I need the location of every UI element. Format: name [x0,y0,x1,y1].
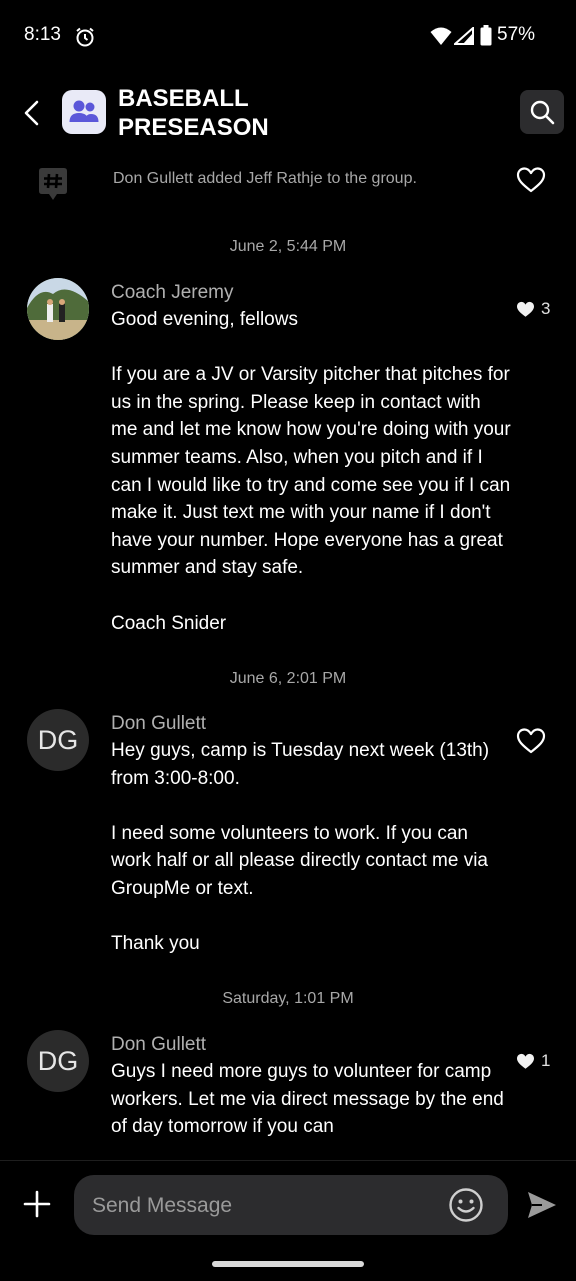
emoji-icon[interactable] [448,1187,484,1223]
group-avatar[interactable] [62,90,106,134]
signal-icon [454,27,474,45]
avatar[interactable] [27,278,89,340]
like-heart-icon[interactable] [516,166,546,194]
heart-filled-icon [517,1053,534,1069]
send-icon[interactable] [526,1189,558,1221]
like-heart-icon[interactable] [516,727,546,755]
avatar[interactable]: DG [27,709,89,771]
message-input[interactable] [90,1175,434,1237]
like-count[interactable]: 3 [516,299,550,319]
back-arrow-icon[interactable] [18,98,44,128]
message-composer [0,1160,576,1281]
like-count-value: 3 [541,299,551,318]
battery-icon [480,25,492,46]
search-icon [530,100,555,125]
avatar-initials: DG [37,725,79,755]
wifi-icon [430,27,452,45]
date-separator: June 6, 2:01 PM [229,670,347,687]
home-indicator [212,1261,364,1267]
heart-filled-icon [517,301,534,317]
status-time: 8:13 [24,24,61,45]
chat-header: BASEBALL PRESEASON [0,78,576,148]
sender-name: Don Gullett [111,1034,207,1055]
sender-name: Don Gullett [111,713,207,734]
group-title[interactable]: BASEBALL PRESEASON [118,84,378,142]
group-people-icon [69,100,99,122]
like-count[interactable]: 1 [516,1051,550,1071]
avatar-initials: DG [37,1046,79,1076]
sender-name: Coach Jeremy [111,282,234,303]
avatar-photo [27,278,89,340]
alarm-icon [76,27,94,47]
system-message: Don Gullett added Jeff Rathje to the gro… [113,170,417,187]
groupme-hashtag-icon [39,168,67,200]
plus-icon[interactable] [22,1189,52,1219]
message-text: Good evening, fellows If you are a JV or… [111,309,511,634]
date-separator: June 2, 5:44 PM [229,238,347,255]
date-separator: Saturday, 1:01 PM [222,990,354,1007]
search-button[interactable] [520,90,564,134]
message-text: Guys I need more guys to volunteer for c… [111,1061,510,1138]
message-field[interactable] [74,1175,508,1237]
message-text: Hey guys, camp is Tuesday next week (13t… [111,740,490,955]
like-count-value: 1 [541,1051,551,1070]
avatar[interactable]: DG [27,1030,89,1092]
status-bar: 8:13 57% [0,0,576,72]
battery-percentage: 57% [497,24,536,45]
